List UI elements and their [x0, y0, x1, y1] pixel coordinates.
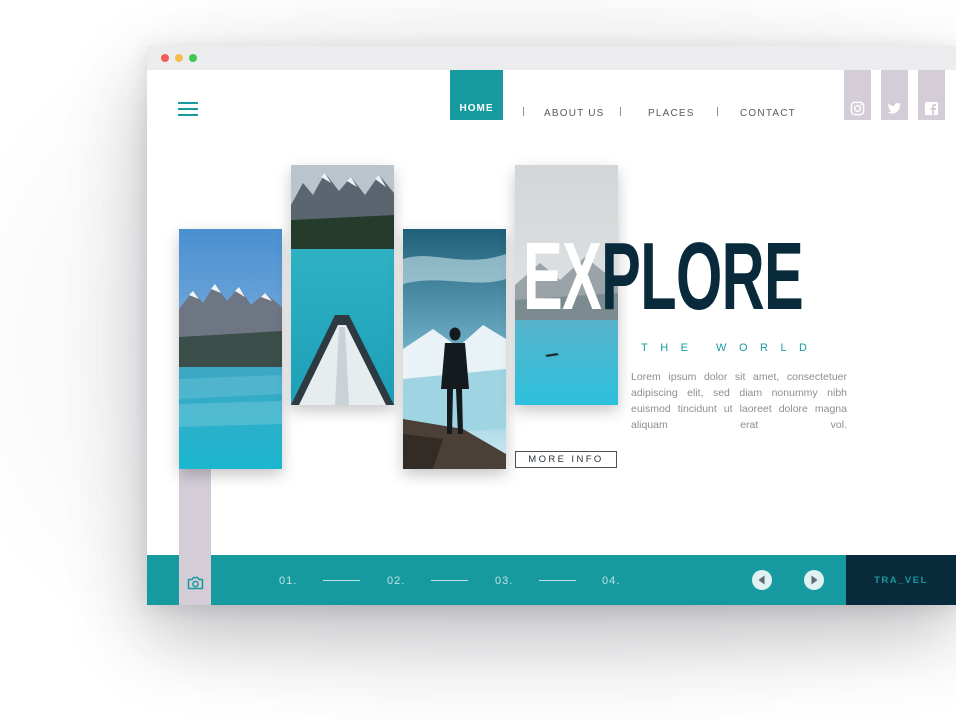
camera-icon[interactable]	[187, 576, 204, 590]
minimize-window-dot[interactable]	[175, 54, 183, 62]
photo-canoe-lake	[291, 165, 394, 405]
more-info-button[interactable]: MORE INFO	[515, 451, 617, 468]
previous-slide-button[interactable]	[752, 570, 772, 590]
arrow-right-icon	[811, 575, 818, 585]
mockup-background: HOME ABOUT US PLACES CONTACT EXPLORE THE…	[0, 0, 956, 720]
close-window-dot[interactable]	[161, 54, 169, 62]
twitter-button[interactable]	[881, 70, 908, 120]
browser-window: HOME ABOUT US PLACES CONTACT EXPLORE THE…	[147, 46, 956, 605]
nav-places[interactable]: PLACES	[648, 108, 695, 119]
headline-dark-part: PLORE	[601, 223, 804, 330]
nav-contact[interactable]: CONTACT	[740, 108, 796, 119]
slide-indicator-2[interactable]: 02.	[387, 575, 405, 587]
nav-separator	[620, 107, 621, 116]
nav-separator	[523, 107, 524, 116]
nav-separator	[717, 107, 718, 116]
facebook-icon	[924, 101, 939, 116]
hamburger-menu-icon[interactable]	[178, 102, 198, 116]
browser-titlebar	[147, 46, 956, 70]
slide-divider	[323, 580, 360, 581]
facebook-button[interactable]	[918, 70, 945, 120]
maximize-window-dot[interactable]	[189, 54, 197, 62]
hero-description: Lorem ipsum dolor sit amet, consectetuer…	[631, 371, 847, 431]
photo-lake-mountains	[179, 229, 282, 469]
slide-indicator-1[interactable]: 01.	[279, 575, 297, 587]
slide-divider	[431, 580, 468, 581]
hero-headline: EXPLORE	[523, 229, 804, 325]
brand-logo[interactable]: TRA_VEL	[846, 555, 956, 605]
headline-light-part: EX	[523, 223, 602, 330]
next-slide-button[interactable]	[804, 570, 824, 590]
twitter-icon	[887, 103, 902, 114]
arrow-left-icon	[758, 575, 765, 585]
instagram-icon	[850, 101, 865, 116]
slide-indicator-3[interactable]: 03.	[495, 575, 513, 587]
slide-indicator-4[interactable]: 04.	[602, 575, 620, 587]
slide-divider	[539, 580, 576, 581]
instagram-button[interactable]	[844, 70, 871, 120]
hero-subheadline: THE WORLD	[641, 342, 820, 354]
photo-hiker-glacier	[403, 229, 506, 469]
nav-about-us[interactable]: ABOUT US	[544, 108, 605, 119]
nav-home[interactable]: HOME	[450, 70, 503, 120]
